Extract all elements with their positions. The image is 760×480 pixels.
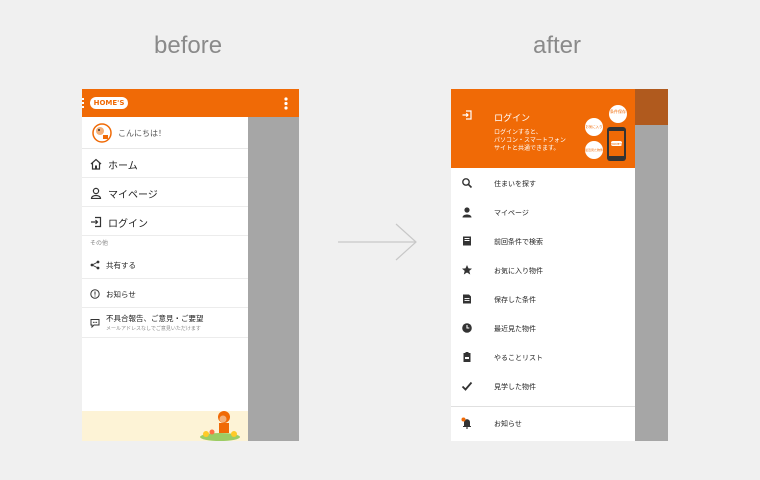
login-icon	[91, 216, 102, 228]
person-icon	[462, 207, 472, 218]
menu-item-visited[interactable]: 見学した物件	[451, 371, 635, 400]
bubble-favorites: お気に入り	[586, 124, 603, 129]
menu-item-label: 見学した物件	[494, 383, 536, 391]
menu-item-label: ホーム	[108, 161, 138, 172]
menu-item-previous-search[interactable]: 前回条件で検索	[451, 226, 635, 255]
menu-item-label: 住まいを探す	[494, 180, 536, 188]
clock-icon	[462, 323, 472, 333]
device-logo: HOME'S	[611, 142, 623, 146]
arrow-right-icon	[338, 223, 417, 261]
menu-item-label: ログイン	[108, 219, 148, 230]
menu-item-search-homes[interactable]: 住まいを探す	[451, 168, 635, 197]
document-icon	[463, 294, 471, 304]
menu-item-label: 共有する	[106, 261, 136, 270]
menu-list: 住まいを探す マイページ 前回条件で検索 お気に入り物件 保存した条件 最近見た…	[451, 168, 635, 436]
navigation-drawer: こんにちは！ ホーム マイページ ログイン その他 共有する お知らせ 不具合報…	[82, 117, 248, 441]
home-icon	[90, 158, 102, 170]
menu-item-share[interactable]: 共有する	[82, 250, 248, 279]
before-label: before	[154, 32, 223, 59]
login-header[interactable]: ログイン ログインすると、 パソコン・スマートフォン サイトと共通できます。 条…	[451, 89, 635, 168]
clipboard-icon	[463, 352, 471, 362]
menu-item-label: お気に入り物件	[494, 267, 543, 275]
menu-item-label: 前回条件で検索	[494, 238, 543, 246]
greeting-row: こんにちは！	[82, 117, 248, 149]
share-icon	[90, 260, 100, 270]
scrim-appbar	[635, 89, 668, 125]
menu-item-notice[interactable]: お知らせ	[451, 407, 635, 436]
after-label: after	[533, 32, 582, 59]
section-header: その他	[90, 240, 109, 247]
menu-item-login[interactable]: ログイン	[82, 207, 248, 236]
person-icon	[90, 187, 102, 199]
menu-item-recent[interactable]: 最近見た物件	[451, 313, 635, 342]
chat-icon	[90, 319, 100, 328]
book-icon	[463, 236, 471, 246]
info-icon	[90, 289, 100, 299]
menu-item-todo[interactable]: やることリスト	[451, 342, 635, 371]
mascot-icon	[92, 123, 112, 143]
menu-item-label: 最近見た物件	[494, 325, 536, 333]
menu-item-label: お知らせ	[494, 420, 522, 428]
menu-item-label: マイページ	[494, 209, 529, 217]
menu-item-label: 保存した条件	[494, 296, 536, 304]
logo[interactable]: HOME'S	[90, 97, 128, 109]
feedback-sub: メールアドレスなしでご意見いただけます	[106, 326, 201, 332]
search-icon	[462, 178, 473, 189]
menu-item-saved-conditions[interactable]: 保存した条件	[451, 284, 635, 313]
check-icon	[461, 381, 473, 391]
menu-item-notice[interactable]: お知らせ	[82, 279, 248, 308]
overflow-menu-icon[interactable]	[284, 97, 288, 110]
menu-item-home[interactable]: ホーム	[82, 149, 248, 178]
mascot-garden-icon	[200, 411, 240, 441]
login-title: ログイン	[494, 114, 531, 124]
menu-item-feedback[interactable]: 不具合報告、ご意見・ご要望 メールアドレスなしでご意見いただけます	[82, 308, 248, 338]
divider	[451, 400, 635, 407]
menu-item-mypage[interactable]: マイページ	[82, 178, 248, 207]
after-screen: ログイン ログインすると、 パソコン・スマートフォン サイトと共通できます。 条…	[451, 89, 668, 441]
menu-item-label: マイページ	[108, 190, 158, 201]
login-description: ログインすると、 パソコン・スマートフォン サイトと共通できます。	[494, 129, 566, 152]
bubble-saved-conditions: 条件保存	[610, 108, 626, 114]
footer-illustration	[82, 411, 248, 441]
login-illustration: 条件保存 お気に入り 最近見た物件 HOME'S	[585, 105, 627, 161]
login-icon	[462, 110, 472, 120]
before-screen: HOME'S こんにちは！ ホーム マイページ ログイン その他 共有する お知…	[82, 89, 299, 441]
bubble-recent: 最近見た物件	[585, 147, 603, 152]
navigation-drawer: ログイン ログインすると、 パソコン・スマートフォン サイトと共通できます。 条…	[451, 89, 635, 441]
app-bar: HOME'S	[82, 89, 299, 117]
star-icon	[462, 265, 472, 275]
feedback-label: 不具合報告、ご意見・ご要望	[106, 314, 204, 323]
bell-icon	[461, 417, 471, 429]
drawer-edge-icon[interactable]	[82, 98, 84, 108]
greeting-text: こんにちは！	[118, 129, 166, 138]
menu-item-favorites[interactable]: お気に入り物件	[451, 255, 635, 284]
menu-item-label: やることリスト	[494, 354, 543, 362]
menu-item-label: お知らせ	[106, 290, 136, 299]
menu-item-mypage[interactable]: マイページ	[451, 197, 635, 226]
